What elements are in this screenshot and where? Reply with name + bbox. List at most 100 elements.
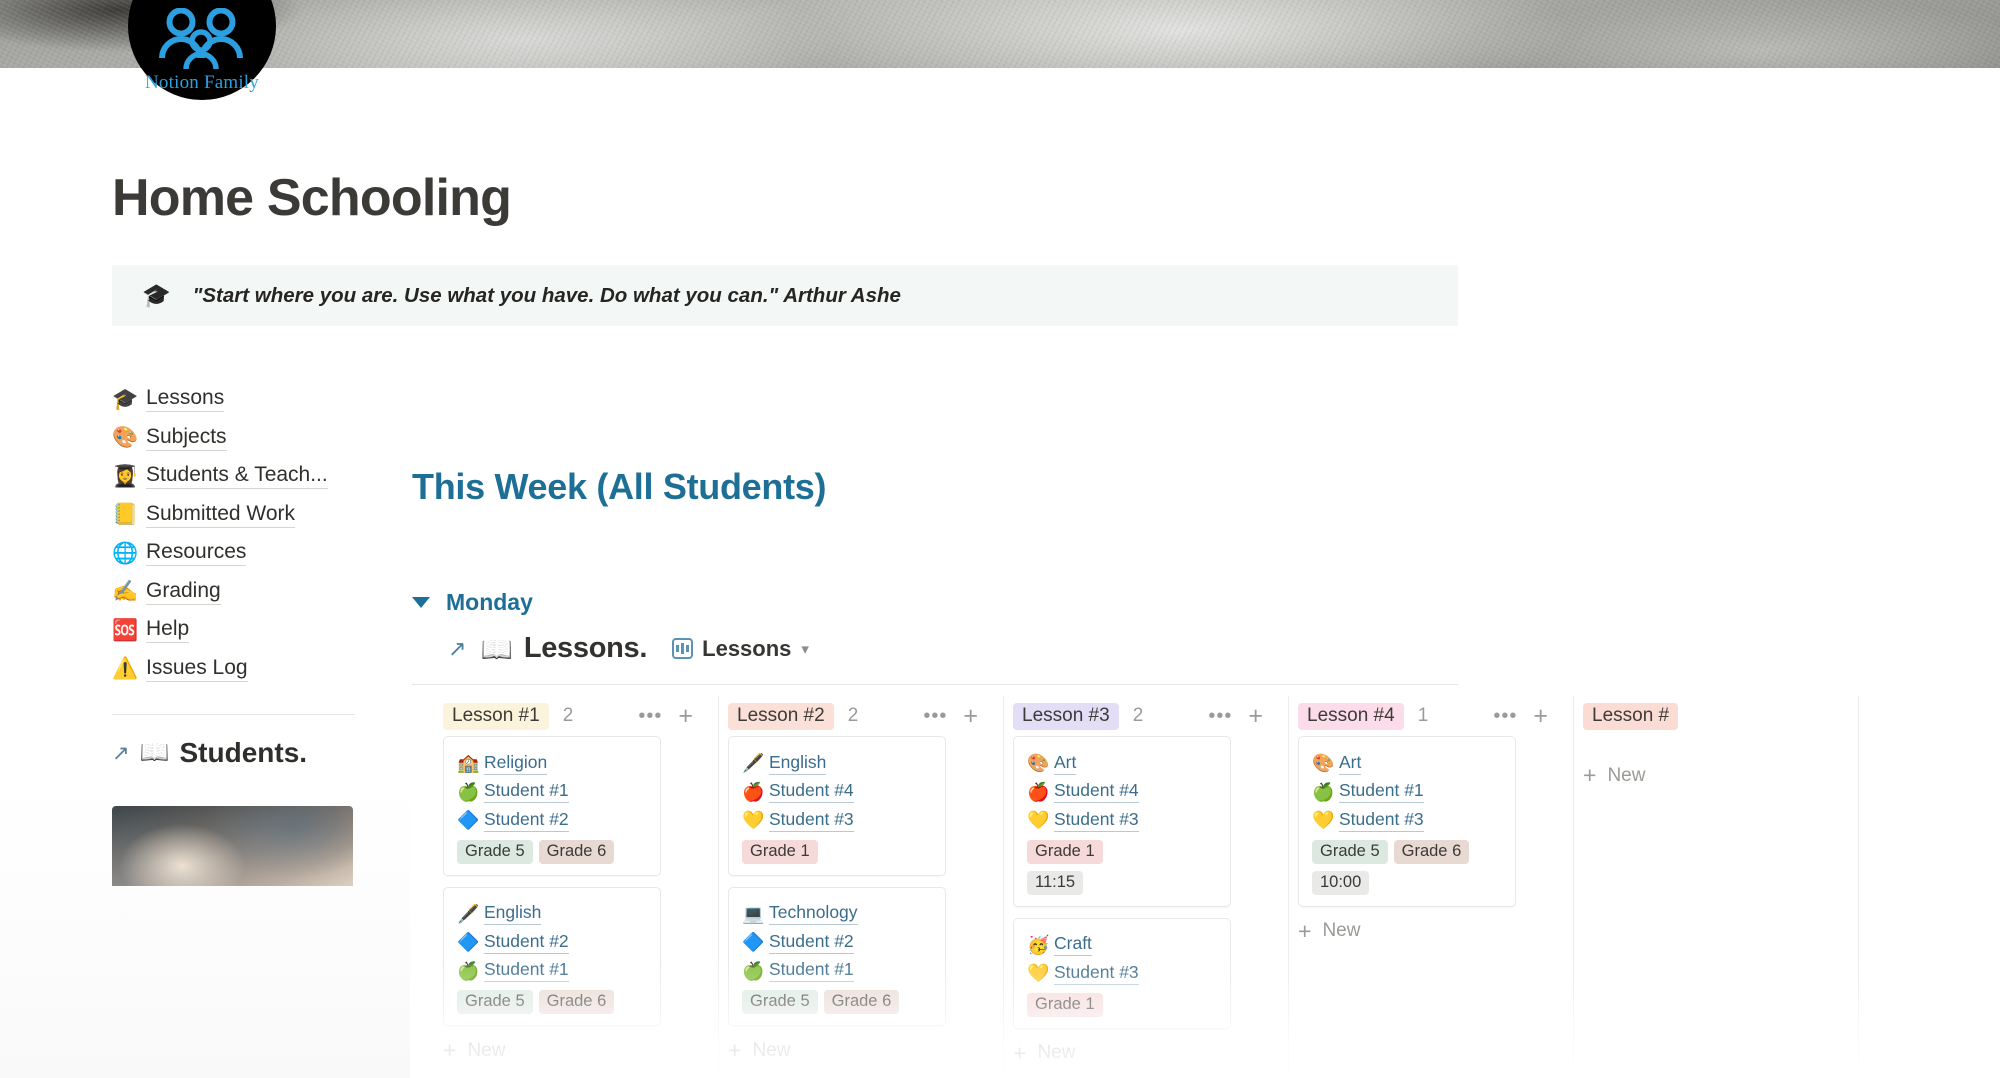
sidebar-item-label: Submitted Work: [146, 502, 295, 528]
card-relation-link[interactable]: Craft: [1054, 933, 1092, 957]
time-tag: 11:15: [1027, 870, 1084, 895]
grade-tag: Grade 6: [538, 990, 615, 1014]
toggle-triangle-icon: [412, 597, 430, 608]
green-apple-icon: 🍏: [742, 960, 765, 981]
card-relation-link[interactable]: Student #1: [484, 780, 569, 804]
kanban-card[interactable]: 🎨 Art 🍏 Student #1 💛 Student #3 Grade 5 Grade 6…: [1298, 736, 1516, 907]
kanban-card[interactable]: 🎨 Art 🍎 Student #4 💛 Student #3 Grade 1 11:15: [1013, 736, 1231, 907]
writing-hand-icon: ✍️: [112, 580, 139, 604]
sidebar-item-lessons[interactable]: 🎓 Lessons: [112, 380, 364, 419]
kanban-board[interactable]: Lesson #1 2 ••• + 🏫 Religion 🍏 Student #1 🔷 Stude…: [434, 696, 2000, 1078]
column-add-card-icon[interactable]: +: [1248, 704, 1263, 729]
database-name[interactable]: Lessons.: [524, 632, 648, 665]
column-separator: [1858, 696, 1859, 1078]
column-more-options-icon[interactable]: •••: [1208, 706, 1232, 726]
kanban-column-badge[interactable]: Lesson #2: [728, 702, 834, 730]
card-property-row: 💛 Student #3: [1027, 959, 1217, 988]
kanban-card[interactable]: 🏫 Religion 🍏 Student #1 🔷 Student #2 Grade 5 Gr…: [443, 736, 661, 876]
kanban-card[interactable]: 🖋️ English 🍎 Student #4 💛 Student #3 Grade 1: [728, 736, 946, 876]
card-grade-tags: Grade 5 Grade 6: [457, 839, 647, 864]
sidebar-item-grading[interactable]: ✍️ Grading: [112, 573, 364, 612]
card-relation-link[interactable]: Religion: [484, 752, 548, 775]
sidebar-item-label: Resources: [146, 540, 247, 567]
kanban-column-badge[interactable]: Lesson #1: [443, 702, 549, 730]
students-preview-thumbnail[interactable]: [112, 806, 353, 886]
card-relation-link[interactable]: Student #3: [1054, 962, 1139, 985]
card-relation-link[interactable]: Student #2: [769, 931, 854, 954]
grade-tag: Grade 6: [538, 839, 615, 864]
palette-icon: 🎨: [1027, 753, 1050, 774]
card-property-row: 🏫 Religion: [457, 749, 647, 778]
kanban-card[interactable]: 💻 Technology 🔷 Student #2 🍏 Student #1 Grade 5…: [728, 886, 946, 1026]
kanban-column: Lesson #2 2 ••• + 🖋️ English 🍎 Student #4 💛 Stude…: [719, 696, 1004, 1078]
external-link-arrow-icon[interactable]: ↗: [448, 636, 466, 662]
column-more-options-icon[interactable]: •••: [923, 706, 947, 726]
sidebar-item-label: Subjects: [146, 425, 227, 451]
external-link-arrow-icon: ↗: [112, 741, 130, 765]
sidebar-item-label: Issues Log: [146, 656, 248, 682]
card-property-row: 🍏 Student #1: [1312, 778, 1502, 807]
red-apple-icon: 🍎: [1027, 781, 1050, 802]
card-grade-tags: Grade 1: [1027, 992, 1217, 1017]
card-property-row: 🖋️ English: [457, 900, 647, 929]
kanban-column-badge[interactable]: Lesson #: [1583, 702, 1679, 730]
sidebar-item-issues-log[interactable]: ⚠️ Issues Log: [112, 650, 364, 689]
board-view-icon: [672, 638, 694, 659]
card-relation-link[interactable]: Technology: [769, 902, 858, 926]
card-time-row: 10:00: [1312, 870, 1502, 895]
grade-tag: Grade 6: [823, 990, 900, 1014]
column-add-card-icon[interactable]: +: [1533, 704, 1548, 729]
new-card-button[interactable]: + New: [443, 1037, 719, 1064]
card-relation-link[interactable]: Student #3: [1054, 809, 1139, 832]
card-property-row: 🔷 Student #2: [457, 928, 647, 957]
card-relation-link[interactable]: English: [769, 752, 827, 775]
kanban-column-header: Lesson #: [1574, 696, 1859, 736]
kanban-column-badge[interactable]: Lesson #4: [1298, 702, 1404, 730]
page-icon-notion-family[interactable]: Notion Family: [128, 0, 276, 100]
new-card-button[interactable]: + New: [728, 1037, 1004, 1064]
card-relation-link[interactable]: Art: [1054, 752, 1077, 775]
column-more-options-icon[interactable]: •••: [1493, 706, 1517, 726]
new-card-label: New: [467, 1039, 506, 1061]
card-relation-link[interactable]: Art: [1339, 752, 1362, 775]
card-property-row: 🎨 Art: [1027, 749, 1217, 778]
card-relation-link[interactable]: Student #3: [1339, 809, 1424, 832]
kanban-card[interactable]: 🖋️ English 🔷 Student #2 🍏 Student #1 Grade 5 Gr…: [443, 886, 661, 1026]
sidebar-item-submitted-work[interactable]: 📒 Submitted Work: [112, 496, 364, 535]
laptop-icon: 💻: [742, 903, 765, 924]
card-property-row: 🍏 Student #1: [457, 778, 647, 807]
card-relation-link[interactable]: Student #4: [769, 780, 854, 804]
card-relation-link[interactable]: Student #2: [484, 931, 569, 954]
column-more-options-icon[interactable]: •••: [638, 706, 662, 726]
view-selector[interactable]: Lessons ▾: [672, 636, 809, 662]
new-card-label: New: [1037, 1042, 1076, 1063]
warning-icon: ⚠️: [112, 657, 139, 681]
card-property-row: 🖋️ English: [742, 749, 932, 778]
card-relation-link[interactable]: Student #3: [769, 809, 854, 832]
toggle-monday[interactable]: Monday: [412, 589, 533, 616]
kanban-column-badge[interactable]: Lesson #3: [1013, 702, 1119, 730]
card-grade-tags: Grade 1: [1027, 839, 1217, 864]
sidebar-item-resources[interactable]: 🌐 Resources: [112, 534, 364, 573]
card-property-row: 💛 Student #3: [1312, 806, 1502, 835]
kanban-column-header: Lesson #1 2 ••• +: [434, 696, 719, 736]
sidebar-link-students[interactable]: ↗ 📖 Students.: [112, 737, 307, 769]
grade-tag: Grade 6: [1393, 839, 1470, 864]
sidebar-item-students-teach[interactable]: 👩‍🎓 Students & Teach...: [112, 457, 364, 496]
sidebar-item-help[interactable]: 🆘 Help: [112, 611, 364, 650]
card-relation-link[interactable]: Student #4: [1054, 780, 1139, 804]
card-relation-link[interactable]: Student #1: [484, 959, 569, 983]
column-add-card-icon[interactable]: +: [963, 704, 978, 729]
sidebar-item-subjects[interactable]: 🎨 Subjects: [112, 419, 364, 458]
card-property-row: 🔷 Student #2: [457, 806, 647, 835]
card-relation-link[interactable]: English: [484, 902, 542, 926]
column-add-card-icon[interactable]: +: [678, 704, 693, 729]
yellow-heart-icon: 💛: [1027, 963, 1050, 984]
new-card-button[interactable]: + New: [1583, 762, 1859, 789]
card-relation-link[interactable]: Student #1: [1339, 780, 1424, 804]
card-relation-link[interactable]: Student #2: [484, 809, 569, 832]
card-relation-link[interactable]: Student #1: [769, 959, 854, 983]
new-card-button[interactable]: + New: [1013, 1040, 1289, 1067]
new-card-button[interactable]: + New: [1298, 918, 1574, 945]
kanban-card[interactable]: 🥳 Craft 💛 Student #3 Grade 1: [1013, 917, 1231, 1029]
